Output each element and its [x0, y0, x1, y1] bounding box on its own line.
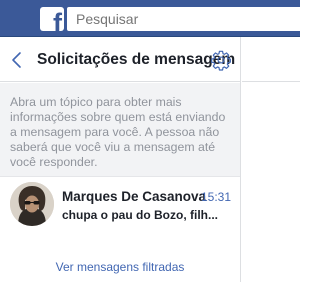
message-thread[interactable]: Marques De Casanova 15:31 chupa o pau do…: [0, 178, 240, 238]
message-requests-panel: Solicitações de mensagem Abra um tópico …: [0, 37, 241, 282]
settings-button[interactable]: [210, 49, 232, 71]
top-bar: f: [0, 0, 300, 37]
thread-sender: Marques De Casanova: [62, 189, 207, 204]
thread-time: 15:31: [201, 190, 232, 204]
conversation-pane: [242, 37, 300, 282]
avatar-image: [10, 182, 54, 226]
gear-icon: [211, 50, 231, 71]
facebook-logo[interactable]: f: [40, 7, 64, 31]
page-title: Solicitações de mensagem: [37, 51, 236, 68]
chevron-left-icon: [12, 52, 21, 68]
filtered-messages-link[interactable]: Ver mensagens filtradas: [0, 260, 240, 274]
divider: [242, 81, 300, 82]
search-input[interactable]: [67, 7, 300, 31]
avatar: [10, 182, 54, 226]
info-notice: Abra um tópico para obter mais informaçõ…: [0, 83, 240, 177]
facebook-logo-letter: f: [53, 8, 62, 32]
thread-snippet: chupa o pau do Bozo, filh...: [62, 208, 218, 222]
back-button[interactable]: [8, 50, 26, 70]
info-text: Abra um tópico para obter mais informaçõ…: [10, 95, 226, 169]
panel-header: Solicitações de mensagem: [0, 37, 240, 82]
